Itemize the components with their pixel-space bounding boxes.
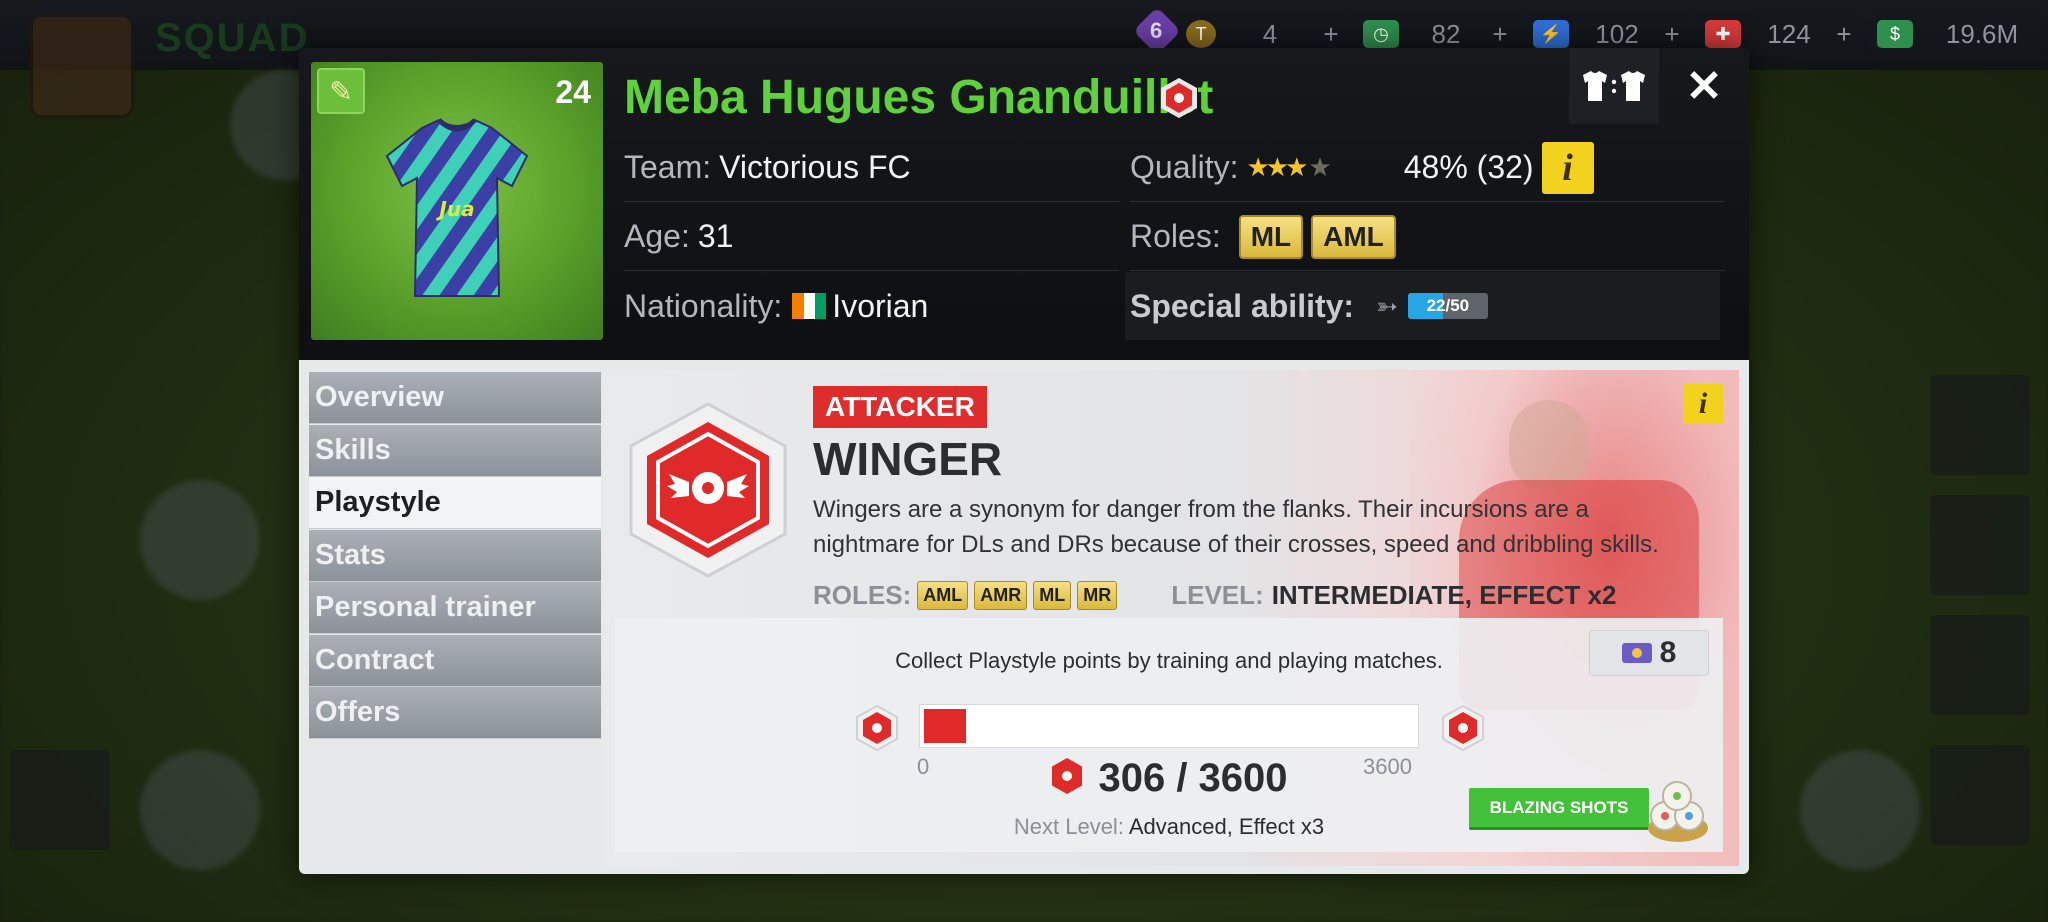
special-ability-progress-bar: 22/50	[1407, 293, 1488, 319]
team-row: Team: Victorious FC	[624, 134, 1119, 202]
playstyle-progress-panel: Collect Playstyle points by training and…	[615, 618, 1723, 852]
playstyle-category-tag: ATTACKER	[813, 386, 987, 428]
kit-number: 24	[555, 74, 591, 110]
age-label: Age:	[624, 218, 690, 254]
add-tokens-button[interactable]: +	[1314, 19, 1348, 50]
playstyle-points-badge[interactable]: 8	[1589, 630, 1709, 676]
tab-playstyle[interactable]: Playstyle	[309, 477, 601, 529]
roles-label: Roles:	[1130, 218, 1221, 254]
currency-value: 102	[1595, 18, 1639, 49]
quality-value: 48% (32)	[1403, 149, 1534, 185]
currency-value: 82	[1431, 18, 1461, 49]
close-button[interactable]: ✕	[1679, 62, 1729, 112]
player-details-modal: ✎ 24 Jua Meba Hugues Gnanduillet ✕ Team:…	[299, 48, 1749, 874]
tab-personal-trainer[interactable]: Personal trainer	[309, 582, 601, 634]
role-chip: ML	[1033, 581, 1072, 610]
token-coin-icon: T	[1186, 20, 1216, 48]
next-level-value: Advanced, Effect x3	[1128, 814, 1325, 839]
role-chip: MR	[1077, 581, 1118, 610]
role-chip: AML	[917, 581, 969, 610]
player-header: ✎ 24 Jua Meba Hugues Gnanduillet ✕ Team:…	[299, 48, 1749, 360]
add-health-button[interactable]: +	[1827, 19, 1861, 50]
quality-row: Quality: ★★★ ★ 48% (32) i	[1130, 134, 1725, 202]
detail-tabs-sidebar: Overview Skills Playstyle Stats Personal…	[309, 372, 601, 740]
gem-count: 6	[1150, 18, 1163, 43]
playstyle-level-value: INTERMEDIATE, EFFECT x2	[1271, 580, 1617, 610]
svg-text:Jua: Jua	[435, 197, 474, 221]
playstyle-title: WINGER	[813, 433, 1003, 485]
currency-value: 124	[1767, 18, 1811, 49]
tab-skills[interactable]: Skills	[309, 424, 601, 477]
jersey-icon: Jua	[385, 118, 529, 297]
add-cash-button[interactable]: +	[1483, 19, 1517, 50]
role-chip[interactable]: AML	[1311, 214, 1396, 259]
currency-value: 4	[1262, 18, 1278, 49]
playstyle-level-label: LEVEL:	[1171, 580, 1264, 610]
playstyle-badge-icon	[1161, 78, 1197, 118]
ivory-coast-flag-icon	[792, 293, 827, 319]
player-name: Meba Hugues Gnanduillet	[624, 71, 1214, 124]
medical-cross-icon: ✚	[1705, 20, 1741, 48]
special-ability-label: Special ability:	[1130, 287, 1355, 324]
special-ability-progress-text: 22/50	[1426, 296, 1470, 315]
tab-overview[interactable]: Overview	[309, 372, 601, 424]
clock-cash-icon: ◷	[1363, 20, 1399, 48]
team-label: Team:	[624, 149, 712, 185]
nationality-label: Nationality:	[624, 287, 783, 324]
currency-value: 19.6M	[1945, 18, 2019, 49]
quality-stars-icon: ★★★	[1246, 152, 1308, 182]
team-value: Victorious FC	[719, 149, 911, 185]
tab-stats[interactable]: Stats	[309, 529, 601, 582]
current-level-badge-icon	[856, 704, 898, 752]
playstyle-ticket-icon	[1621, 643, 1652, 663]
edit-pencil-button[interactable]: ✎	[317, 68, 365, 114]
kit-swap-button[interactable]	[1569, 48, 1659, 124]
blazing-shots-button[interactable]: BLAZING SHOTS	[1469, 788, 1649, 830]
nationality-row: Nationality: Ivorian	[624, 272, 1119, 340]
money-note-icon: $	[1877, 20, 1913, 48]
player-kit-card: ✎ 24 Jua	[311, 62, 603, 340]
age-value: 31	[697, 218, 734, 254]
playstyle-points-count: 8	[1659, 636, 1677, 669]
role-chip: AMR	[974, 581, 1028, 610]
quality-label: Quality:	[1130, 149, 1239, 185]
playstyle-roles-label: ROLES:	[813, 580, 912, 610]
winger-playstyle-icon	[629, 402, 787, 578]
currency-money[interactable]: $ 19.6M	[1869, 12, 2041, 56]
add-energy-button[interactable]: +	[1655, 19, 1689, 50]
shirt-swap-icon	[1583, 71, 1645, 101]
playstyle-info-button[interactable]: i	[1683, 384, 1723, 424]
tab-offers[interactable]: Offers	[309, 687, 601, 739]
playstyle-point-icon	[1052, 758, 1083, 794]
role-chip[interactable]: ML	[1238, 214, 1304, 259]
illustration-head	[1509, 400, 1589, 490]
special-ability-boot-icon: ➳	[1376, 290, 1398, 321]
playstyle-progress-fill	[924, 709, 966, 743]
roles-row: Roles: ML AML	[1130, 203, 1725, 271]
collect-points-hint: Collect Playstyle points by training and…	[895, 648, 1443, 673]
playstyle-panel: ATTACKER WINGER Wingers are a synonym fo…	[603, 370, 1739, 866]
tab-contract[interactable]: Contract	[309, 634, 601, 687]
player-details-body: Overview Skills Playstyle Stats Personal…	[299, 360, 1749, 874]
progress-text: 306 / 3600	[1098, 756, 1288, 800]
age-row: Age: 31	[624, 203, 1119, 271]
special-ability-row[interactable]: Special ability: ➳ 22/50	[1125, 272, 1720, 340]
quality-info-button[interactable]: i	[1541, 141, 1594, 194]
half-star-icon: ★	[1308, 152, 1332, 182]
nationality-value: Ivorian	[832, 287, 929, 324]
energy-bolt-icon: ⚡	[1533, 20, 1569, 48]
next-level-badge-icon	[1442, 704, 1484, 752]
football-boost-icon[interactable]	[1643, 768, 1713, 848]
playstyle-description: Wingers are a synonym for danger from th…	[813, 496, 1659, 558]
playstyle-progress-bar	[919, 704, 1419, 748]
next-level-label: Next Level:	[1013, 814, 1124, 839]
playstyle-roles-row: ROLES: AML AMR ML MR LEVEL: INTERMEDIATE…	[813, 580, 1616, 611]
